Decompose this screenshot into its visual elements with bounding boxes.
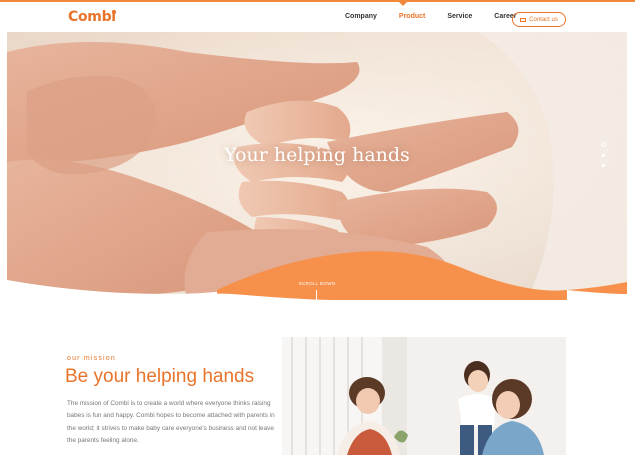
hero-image <box>7 32 627 300</box>
contact-us-label: Contact us <box>529 16 558 23</box>
mission-photo <box>282 337 566 455</box>
slide-dot-3[interactable] <box>602 164 605 167</box>
nav-item-service[interactable]: Service <box>447 13 472 20</box>
hero-title: Your helping hands <box>224 144 410 166</box>
main-nav: Company Product Service Career <box>345 13 538 20</box>
mission-text: The mission of Combi is to create a worl… <box>67 400 275 444</box>
nav-item-company[interactable]: Company <box>345 13 377 20</box>
slide-dots <box>601 142 606 174</box>
slide-dot-2[interactable] <box>602 154 605 157</box>
contact-us-button[interactable]: Contact us <box>512 12 566 27</box>
scroll-down-label[interactable]: SCROLL DOWN <box>7 281 627 286</box>
logo[interactable]: Combi <box>68 9 116 25</box>
hero-banner: Your helping hands SCROLL DOWN <box>7 32 627 300</box>
logo-dot-icon <box>112 10 116 14</box>
mission-eyebrow: our mission <box>67 355 116 362</box>
scroll-down-line <box>316 290 317 300</box>
slide-dot-1[interactable] <box>601 142 606 147</box>
nav-item-product[interactable]: Product <box>399 13 425 20</box>
mail-icon <box>520 17 527 22</box>
mission-title: Be your helping hands <box>65 366 255 387</box>
site-header: Combi Company Product Service Career Con… <box>0 2 635 32</box>
